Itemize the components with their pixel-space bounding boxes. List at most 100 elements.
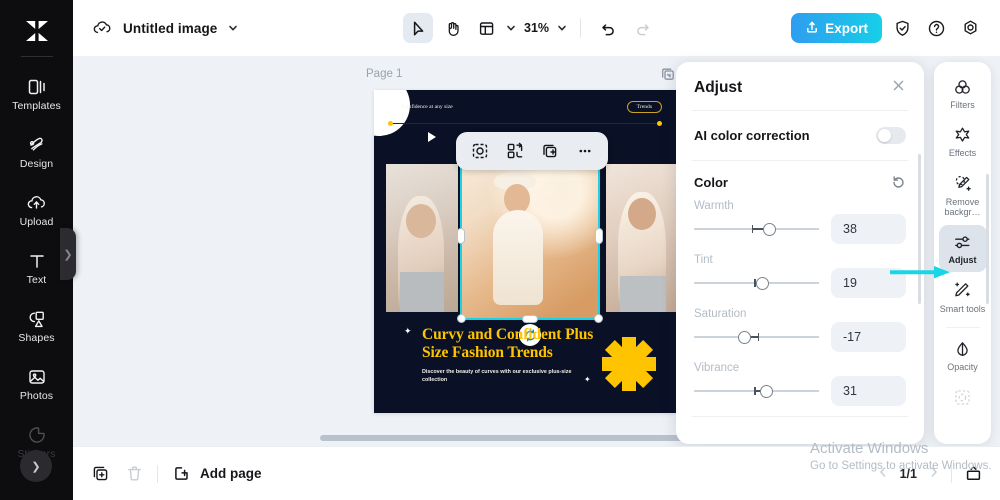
design-canvas[interactable]: Confidence at any size Trends ✦ ✦ Curvy … <box>374 90 676 413</box>
mask-icon <box>953 387 972 407</box>
ellipsis-icon[interactable] <box>572 138 598 164</box>
capcut-logo-icon[interactable] <box>18 14 56 48</box>
slider-knob-vibrance[interactable] <box>760 384 773 398</box>
sidebar-item-photos[interactable]: Photos <box>0 355 73 413</box>
export-button-label: Export <box>825 20 868 36</box>
sidebar-label-shapes: Shapes <box>18 332 55 345</box>
canvas-horizontal-scrollbar[interactable] <box>320 435 720 441</box>
close-icon[interactable] <box>891 78 906 97</box>
flip-rotate-icon[interactable] <box>502 138 528 164</box>
slider-value-vibrance[interactable]: 31 <box>831 376 906 406</box>
adjust-panel-header: Adjust <box>676 62 924 110</box>
color-section-title: Color <box>694 175 728 190</box>
present-icon[interactable] <box>962 463 984 485</box>
annotation-arrow-icon <box>890 264 952 280</box>
sidebar-collapse-handle[interactable]: ❯ <box>60 228 76 280</box>
slider-knob-saturation[interactable] <box>737 330 751 344</box>
document-title-caret-icon[interactable] <box>227 22 239 34</box>
slider-track-warmth[interactable] <box>694 220 819 238</box>
resize-handle-middle-right[interactable] <box>595 228 603 244</box>
photo-jeans <box>620 276 666 312</box>
crop-select-icon[interactable] <box>467 138 493 164</box>
selection-rectangle <box>457 149 603 323</box>
topbar-left-group: Untitled image <box>73 17 239 39</box>
sidebar-item-templates[interactable]: Templates <box>0 65 73 123</box>
duplicate-page-icon[interactable] <box>660 66 676 82</box>
gear-icon[interactable] <box>956 14 984 42</box>
decor-circle-left <box>374 90 410 136</box>
slider-knob-warmth[interactable] <box>762 222 776 236</box>
sidebar-item-shapes[interactable]: Shapes <box>0 297 73 355</box>
shapes-icon <box>26 308 48 330</box>
rail-item-effects[interactable]: Effects <box>939 118 987 164</box>
layout-caret-icon[interactable] <box>505 22 517 34</box>
smart-tools-icon <box>953 281 972 301</box>
chevron-right-icon[interactable] <box>927 465 941 482</box>
hand-tool-button[interactable] <box>437 13 467 43</box>
editor-window: Templates Design Upload Text Shapes Phot… <box>0 0 1000 500</box>
rail-item-remove-background[interactable]: Remove backgr… <box>939 167 987 224</box>
design-headline[interactable]: Curvy and Confident Plus Size Fashion Tr… <box>422 326 612 363</box>
rail-item-opacity[interactable]: Opacity <box>939 332 987 378</box>
sidebar-more-button[interactable]: ❯ <box>20 450 52 482</box>
rail-item-filters[interactable]: Filters <box>939 70 987 116</box>
adjust-panel-scrollbar[interactable] <box>918 154 921 304</box>
photos-icon <box>26 366 48 388</box>
design-photo-right[interactable] <box>606 164 676 312</box>
design-triangle-marker <box>428 132 436 142</box>
undo-button[interactable] <box>593 13 623 43</box>
slider-label-saturation: Saturation <box>694 308 747 320</box>
slider-warmth: Warmth 38 <box>694 200 906 244</box>
duplicate-page-icon[interactable] <box>89 463 111 485</box>
sidebar-label-photos: Photos <box>19 390 54 403</box>
slider-knob-tint[interactable] <box>756 276 770 290</box>
bottom-right-group: 1/1 <box>876 463 984 485</box>
design-subtext[interactable]: Discover the beauty of curves with our e… <box>422 368 590 384</box>
redo-button[interactable] <box>627 13 657 43</box>
trash-icon[interactable] <box>123 463 145 485</box>
selected-image-layer[interactable] <box>457 149 603 346</box>
resize-handle-middle-left[interactable] <box>457 228 465 244</box>
filters-icon <box>953 77 972 97</box>
upload-cloud-icon <box>26 192 48 214</box>
add-page-button[interactable]: Add page <box>170 463 262 485</box>
chevron-left-icon[interactable] <box>876 465 890 482</box>
design-badge[interactable]: Trends <box>626 101 662 113</box>
shield-check-icon[interactable] <box>888 14 916 42</box>
zoom-level-value[interactable]: 31% <box>521 21 552 35</box>
sidebar-item-design[interactable]: Design <box>0 123 73 181</box>
photo-face <box>406 204 436 238</box>
slider-row-vibrance: 31 <box>694 376 906 406</box>
rail-item-smart-tools[interactable]: Smart tools <box>939 274 987 320</box>
slider-value-saturation[interactable]: -17 <box>831 322 906 352</box>
cloud-saved-icon[interactable] <box>91 17 113 39</box>
slider-value-warmth[interactable]: 38 <box>831 214 906 244</box>
ai-color-correction-row: AI color correction <box>676 111 924 160</box>
reset-icon[interactable] <box>891 175 906 190</box>
resize-handle-bottom-left[interactable] <box>457 314 466 323</box>
ai-color-correction-toggle[interactable] <box>876 127 906 144</box>
page-label: Page 1 <box>366 68 403 80</box>
resize-handle-bottom-right[interactable] <box>594 314 603 323</box>
slider-track-saturation[interactable] <box>694 328 819 346</box>
resize-handle-bottom-center[interactable] <box>522 315 538 323</box>
zoom-caret-icon[interactable] <box>556 22 568 34</box>
topbar-right-group: Export <box>791 13 984 43</box>
export-button[interactable]: Export <box>791 13 882 43</box>
select-tool-button[interactable] <box>403 13 433 43</box>
design-starburst-shape[interactable] <box>600 335 658 393</box>
duplicate-icon[interactable] <box>537 138 563 164</box>
rail-scrollbar[interactable] <box>986 174 989 304</box>
image-floating-toolbar <box>456 132 608 170</box>
slider-track-tint[interactable] <box>694 274 819 292</box>
document-title[interactable]: Untitled image <box>123 21 217 36</box>
layout-tool-button[interactable] <box>471 13 501 43</box>
question-circle-icon[interactable] <box>922 14 950 42</box>
design-photo-left[interactable] <box>386 164 458 312</box>
rail-label-opacity: Opacity <box>947 362 978 373</box>
rail-item-mask[interactable] <box>939 380 987 416</box>
photo-jeans <box>400 272 444 312</box>
slider-track-vibrance[interactable] <box>694 382 819 400</box>
sidebar-label-templates: Templates <box>12 100 61 113</box>
design-kicker-text[interactable]: Confidence at any size <box>402 104 453 110</box>
